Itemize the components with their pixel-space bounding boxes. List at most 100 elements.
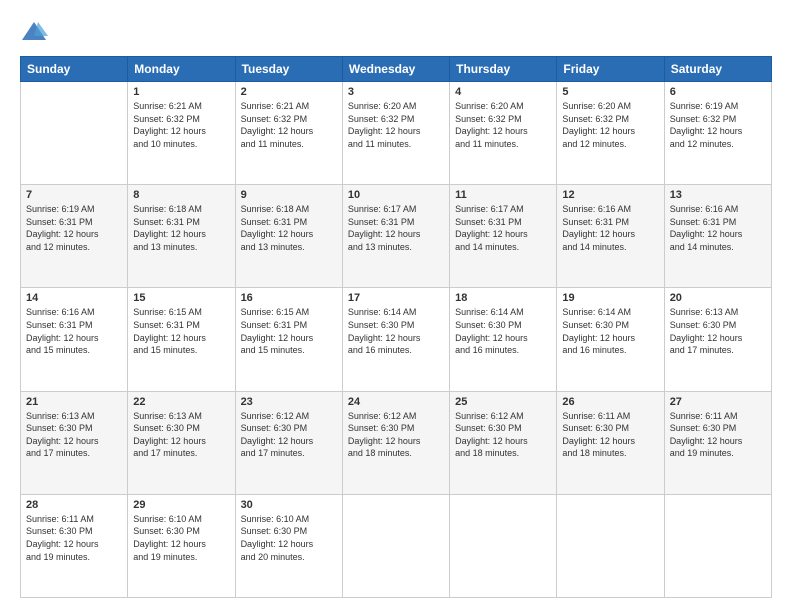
day-number: 11	[455, 189, 551, 201]
day-number: 14	[26, 292, 122, 304]
day-info: Sunrise: 6:18 AMSunset: 6:31 PMDaylight:…	[241, 203, 337, 253]
day-number: 16	[241, 292, 337, 304]
col-header-wednesday: Wednesday	[342, 57, 449, 82]
col-header-monday: Monday	[128, 57, 235, 82]
day-cell: 1 Sunrise: 6:21 AMSunset: 6:32 PMDaylight…	[128, 82, 235, 185]
day-number: 3	[348, 86, 444, 98]
day-cell: 30 Sunrise: 6:10 AMSunset: 6:30 PMDayligh…	[235, 494, 342, 597]
day-number: 18	[455, 292, 551, 304]
day-info: Sunrise: 6:13 AMSunset: 6:30 PMDaylight:…	[133, 410, 229, 460]
day-number: 17	[348, 292, 444, 304]
day-info: Sunrise: 6:12 AMSunset: 6:30 PMDaylight:…	[455, 410, 551, 460]
day-number: 9	[241, 189, 337, 201]
day-number: 4	[455, 86, 551, 98]
col-header-friday: Friday	[557, 57, 664, 82]
day-cell: 22 Sunrise: 6:13 AMSunset: 6:30 PMDayligh…	[128, 391, 235, 494]
day-info: Sunrise: 6:12 AMSunset: 6:30 PMDaylight:…	[241, 410, 337, 460]
day-cell	[342, 494, 449, 597]
day-info: Sunrise: 6:18 AMSunset: 6:31 PMDaylight:…	[133, 203, 229, 253]
day-cell: 15 Sunrise: 6:15 AMSunset: 6:31 PMDayligh…	[128, 288, 235, 391]
day-info: Sunrise: 6:19 AMSunset: 6:32 PMDaylight:…	[670, 100, 766, 150]
day-cell: 27Sunrise: 6:11 AMSunset: 6:30 PMDayligh…	[664, 391, 771, 494]
day-cell: 23 Sunrise: 6:12 AMSunset: 6:30 PMDayligh…	[235, 391, 342, 494]
week-row-1: 7Sunrise: 6:19 AMSunset: 6:31 PMDaylight…	[21, 185, 772, 288]
day-number: 13	[670, 189, 766, 201]
header	[20, 18, 772, 46]
day-info: Sunrise: 6:11 AMSunset: 6:30 PMDaylight:…	[670, 410, 766, 460]
day-info: Sunrise: 6:16 AMSunset: 6:31 PMDaylight:…	[670, 203, 766, 253]
day-info: Sunrise: 6:14 AMSunset: 6:30 PMDaylight:…	[348, 306, 444, 356]
day-info: Sunrise: 6:15 AMSunset: 6:31 PMDaylight:…	[241, 306, 337, 356]
day-number: 28	[26, 499, 122, 511]
day-number: 12	[562, 189, 658, 201]
day-number: 23	[241, 396, 337, 408]
logo	[20, 18, 52, 46]
day-number: 6	[670, 86, 766, 98]
day-info: Sunrise: 6:13 AMSunset: 6:30 PMDaylight:…	[670, 306, 766, 356]
day-info: Sunrise: 6:21 AMSunset: 6:32 PMDaylight:…	[133, 100, 229, 150]
day-cell: 10 Sunrise: 6:17 AMSunset: 6:31 PMDayligh…	[342, 185, 449, 288]
day-number: 19	[562, 292, 658, 304]
day-info: Sunrise: 6:13 AMSunset: 6:30 PMDaylight:…	[26, 410, 122, 460]
day-info: Sunrise: 6:17 AMSunset: 6:31 PMDaylight:…	[455, 203, 551, 253]
day-info: Sunrise: 6:17 AMSunset: 6:31 PMDaylight:…	[348, 203, 444, 253]
day-info: Sunrise: 6:16 AMSunset: 6:31 PMDaylight:…	[562, 203, 658, 253]
day-number: 22	[133, 396, 229, 408]
day-info: Sunrise: 6:20 AMSunset: 6:32 PMDaylight:…	[562, 100, 658, 150]
day-info: Sunrise: 6:21 AMSunset: 6:32 PMDaylight:…	[241, 100, 337, 150]
day-info: Sunrise: 6:10 AMSunset: 6:30 PMDaylight:…	[241, 513, 337, 563]
day-cell: 7Sunrise: 6:19 AMSunset: 6:31 PMDaylight…	[21, 185, 128, 288]
day-info: Sunrise: 6:15 AMSunset: 6:31 PMDaylight:…	[133, 306, 229, 356]
col-header-sunday: Sunday	[21, 57, 128, 82]
day-number: 20	[670, 292, 766, 304]
day-number: 25	[455, 396, 551, 408]
page: SundayMondayTuesdayWednesdayThursdayFrid…	[0, 0, 792, 612]
day-cell: 19 Sunrise: 6:14 AMSunset: 6:30 PMDayligh…	[557, 288, 664, 391]
day-number: 10	[348, 189, 444, 201]
day-number: 5	[562, 86, 658, 98]
day-cell: 29 Sunrise: 6:10 AMSunset: 6:30 PMDayligh…	[128, 494, 235, 597]
day-info: Sunrise: 6:10 AMSunset: 6:30 PMDaylight:…	[133, 513, 229, 563]
day-info: Sunrise: 6:14 AMSunset: 6:30 PMDaylight:…	[455, 306, 551, 356]
day-number: 26	[562, 396, 658, 408]
day-cell: 3 Sunrise: 6:20 AMSunset: 6:32 PMDaylight…	[342, 82, 449, 185]
day-cell: 5 Sunrise: 6:20 AMSunset: 6:32 PMDaylight…	[557, 82, 664, 185]
day-cell: 28 Sunrise: 6:11 AMSunset: 6:30 PMDayligh…	[21, 494, 128, 597]
header-row: SundayMondayTuesdayWednesdayThursdayFrid…	[21, 57, 772, 82]
day-cell	[450, 494, 557, 597]
day-info: Sunrise: 6:12 AMSunset: 6:30 PMDaylight:…	[348, 410, 444, 460]
day-number: 2	[241, 86, 337, 98]
day-cell: 2 Sunrise: 6:21 AMSunset: 6:32 PMDaylight…	[235, 82, 342, 185]
day-number: 7	[26, 189, 122, 201]
day-number: 24	[348, 396, 444, 408]
week-row-4: 28 Sunrise: 6:11 AMSunset: 6:30 PMDayligh…	[21, 494, 772, 597]
day-info: Sunrise: 6:16 AMSunset: 6:31 PMDaylight:…	[26, 306, 122, 356]
day-cell: 21 Sunrise: 6:13 AMSunset: 6:30 PMDayligh…	[21, 391, 128, 494]
day-cell: 24 Sunrise: 6:12 AMSunset: 6:30 PMDayligh…	[342, 391, 449, 494]
day-cell: 20 Sunrise: 6:13 AMSunset: 6:30 PMDayligh…	[664, 288, 771, 391]
col-header-tuesday: Tuesday	[235, 57, 342, 82]
day-cell: 11 Sunrise: 6:17 AMSunset: 6:31 PMDayligh…	[450, 185, 557, 288]
day-cell: 17 Sunrise: 6:14 AMSunset: 6:30 PMDayligh…	[342, 288, 449, 391]
day-cell: 9 Sunrise: 6:18 AMSunset: 6:31 PMDaylight…	[235, 185, 342, 288]
day-cell: 26Sunrise: 6:11 AMSunset: 6:30 PMDayligh…	[557, 391, 664, 494]
day-cell	[557, 494, 664, 597]
day-info: Sunrise: 6:14 AMSunset: 6:30 PMDaylight:…	[562, 306, 658, 356]
day-cell: 6 Sunrise: 6:19 AMSunset: 6:32 PMDaylight…	[664, 82, 771, 185]
week-row-2: 14 Sunrise: 6:16 AMSunset: 6:31 PMDayligh…	[21, 288, 772, 391]
day-cell	[664, 494, 771, 597]
week-row-0: 1 Sunrise: 6:21 AMSunset: 6:32 PMDaylight…	[21, 82, 772, 185]
day-info: Sunrise: 6:20 AMSunset: 6:32 PMDaylight:…	[348, 100, 444, 150]
day-number: 15	[133, 292, 229, 304]
day-cell: 4Sunrise: 6:20 AMSunset: 6:32 PMDaylight…	[450, 82, 557, 185]
day-number: 30	[241, 499, 337, 511]
day-cell: 13 Sunrise: 6:16 AMSunset: 6:31 PMDayligh…	[664, 185, 771, 288]
day-number: 21	[26, 396, 122, 408]
day-cell: 14 Sunrise: 6:16 AMSunset: 6:31 PMDayligh…	[21, 288, 128, 391]
day-cell	[21, 82, 128, 185]
day-number: 29	[133, 499, 229, 511]
day-number: 1	[133, 86, 229, 98]
day-cell: 12 Sunrise: 6:16 AMSunset: 6:31 PMDayligh…	[557, 185, 664, 288]
day-cell: 8Sunrise: 6:18 AMSunset: 6:31 PMDaylight…	[128, 185, 235, 288]
day-info: Sunrise: 6:11 AMSunset: 6:30 PMDaylight:…	[26, 513, 122, 563]
